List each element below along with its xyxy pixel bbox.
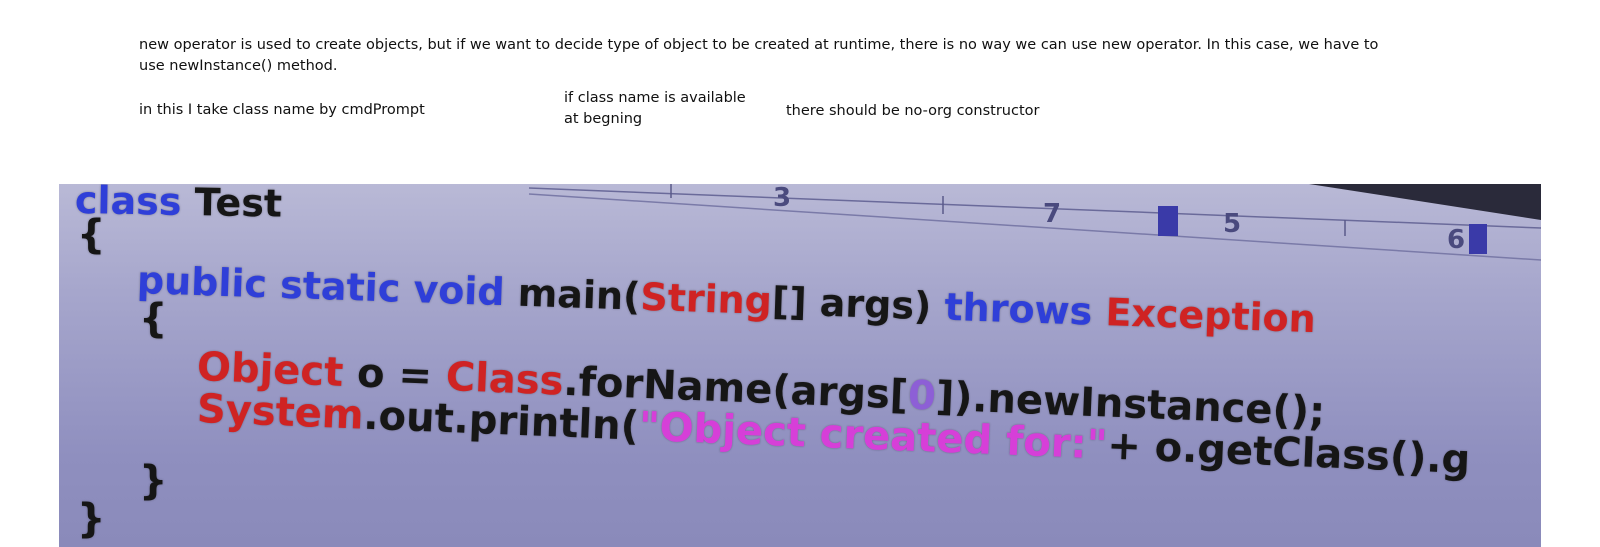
code-line-open-brace: { <box>77 212 105 258</box>
code-line-close-brace-inner: } <box>139 458 167 504</box>
top-right-dark-band <box>1309 184 1541 220</box>
args-param: [] args) <box>771 279 933 329</box>
code-screenshot: 3 7 5 6 class Test { public static void … <box>59 184 1541 547</box>
ruler-tab-marker <box>1158 206 1178 236</box>
brace: } <box>139 458 168 504</box>
ruler-tab-marker <box>1469 224 1487 254</box>
type-exception: Exception <box>1104 290 1317 342</box>
brace: { <box>77 212 106 258</box>
keyword-throws: throws <box>943 284 1094 334</box>
ruler-number: 3 <box>773 184 791 213</box>
code-line-open-brace-inner: { <box>139 296 167 342</box>
note-no-arg-constructor: there should be no-org constructor <box>786 103 1040 119</box>
note-class-name-available: if class name is available at begning <box>564 90 746 127</box>
keyword-void: void <box>412 267 506 315</box>
note-class-name-cmd: in this I take class name by cmdPrompt <box>139 102 425 118</box>
code-line-close-brace: } <box>77 496 105 542</box>
brace: { <box>139 296 168 342</box>
ruler-number: 6 <box>1447 225 1465 255</box>
getclass-call: + o.getClass().g <box>1106 422 1472 484</box>
println-call: .out.println( <box>362 392 640 450</box>
ruler-number: 7 <box>1043 199 1061 229</box>
intro-paragraph: new operator is used to create objects, … <box>139 37 1379 74</box>
index-zero: 0 <box>907 372 937 420</box>
type-system: System <box>196 386 365 439</box>
method-main: main( <box>517 270 642 319</box>
ruler-line-lower <box>528 193 1541 261</box>
type-string: String <box>639 274 773 324</box>
keyword-static: static <box>279 262 402 311</box>
code-line-class: class Test <box>75 184 283 226</box>
class-name: Test <box>194 184 283 226</box>
brace: } <box>77 496 106 542</box>
ruler-number: 5 <box>1223 209 1241 239</box>
